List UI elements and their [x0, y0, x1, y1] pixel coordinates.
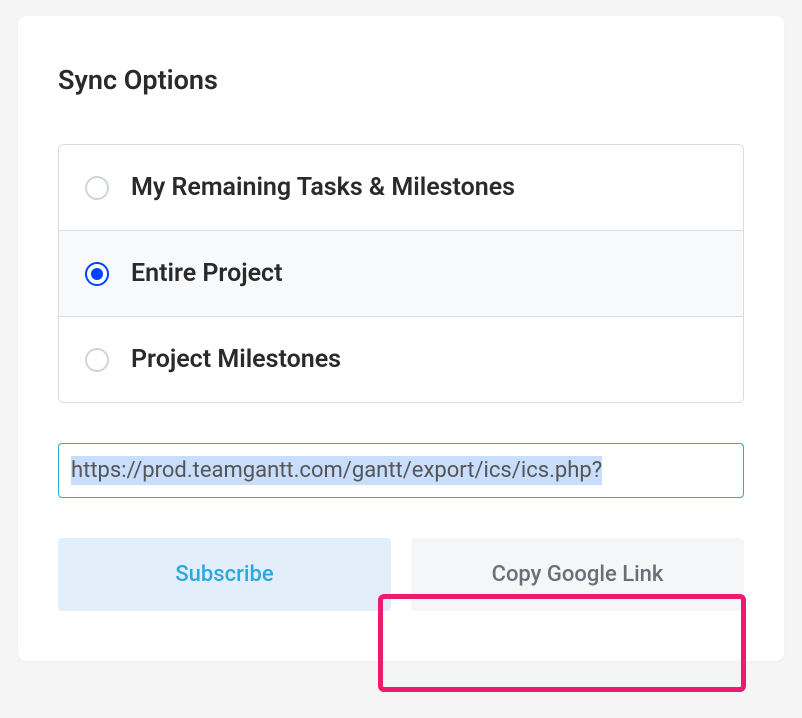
radio-icon: [85, 262, 109, 286]
radio-label: My Remaining Tasks & Milestones: [131, 173, 515, 202]
export-url-field[interactable]: https://prod.teamgantt.com/gantt/export/…: [58, 443, 744, 498]
button-row: Subscribe Copy Google Link: [58, 538, 744, 611]
radio-option-entire-project[interactable]: Entire Project: [59, 231, 743, 317]
sync-scope-radio-group: My Remaining Tasks & Milestones Entire P…: [58, 144, 744, 403]
radio-label: Project Milestones: [131, 345, 341, 374]
panel-title: Sync Options: [58, 64, 744, 96]
radio-icon: [85, 176, 109, 200]
radio-icon: [85, 348, 109, 372]
export-url-text: https://prod.teamgantt.com/gantt/export/…: [71, 456, 602, 485]
radio-option-my-tasks[interactable]: My Remaining Tasks & Milestones: [59, 145, 743, 231]
radio-option-milestones[interactable]: Project Milestones: [59, 317, 743, 402]
copy-google-link-button[interactable]: Copy Google Link: [411, 538, 744, 611]
sync-options-panel: Sync Options My Remaining Tasks & Milest…: [18, 16, 784, 661]
radio-label: Entire Project: [131, 259, 283, 288]
radio-dot-icon: [91, 268, 103, 280]
subscribe-button[interactable]: Subscribe: [58, 538, 391, 611]
